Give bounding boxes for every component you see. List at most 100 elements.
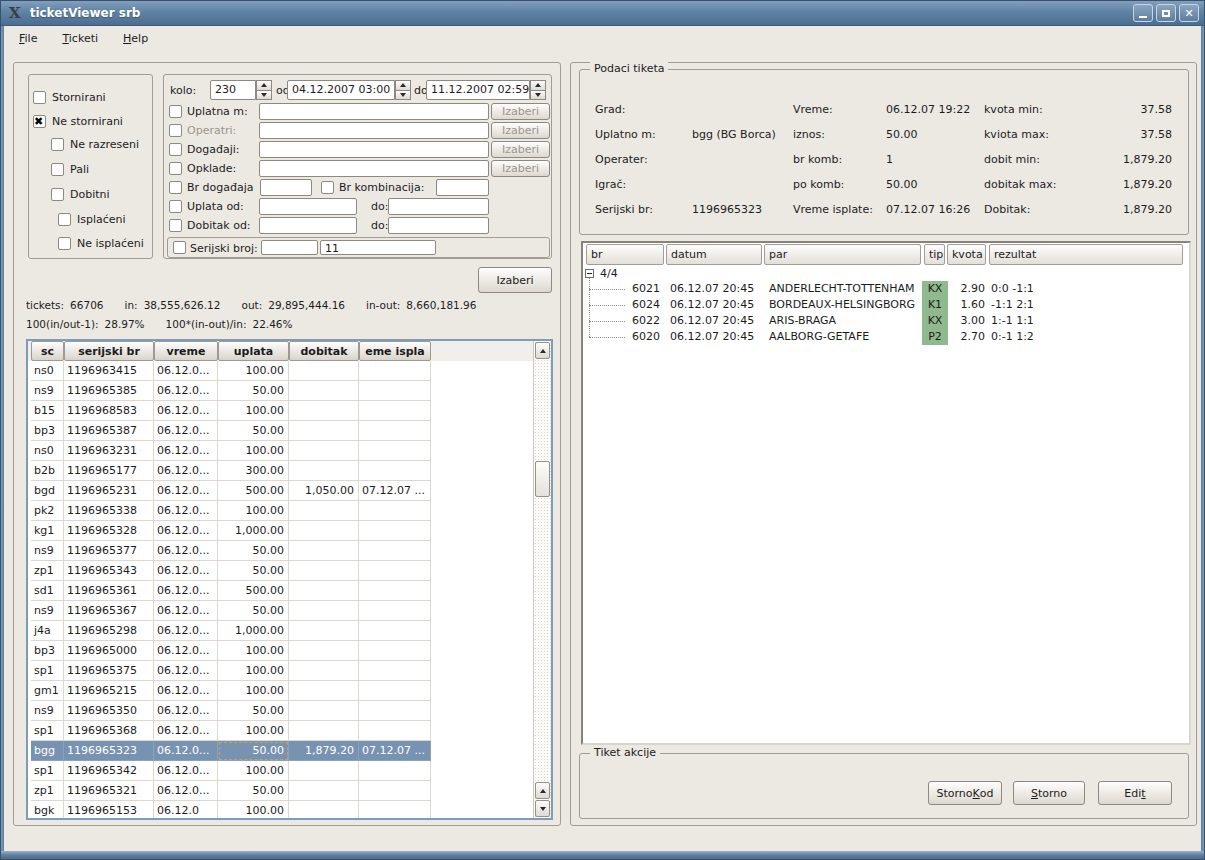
checkbox-br-kombinacija[interactable]	[321, 181, 334, 194]
kolo-down-button[interactable]	[256, 91, 272, 101]
checkbox-ne-isplaceni[interactable]	[58, 237, 71, 250]
pairs-column-header-4[interactable]: kvota	[947, 244, 986, 265]
scroll-up-button2[interactable]	[535, 782, 550, 799]
pairs-column-header-2[interactable]: par	[764, 244, 921, 265]
table-row[interactable]: ns9119696538506.12.0...50.00	[31, 381, 431, 401]
pairs-column-header-1[interactable]: datum	[666, 244, 762, 265]
kolo-up-button[interactable]	[256, 80, 272, 91]
table-row[interactable]: bp3119696538706.12.0...50.00	[31, 421, 431, 441]
table-row[interactable]: ns9119696536706.12.0...50.00	[31, 601, 431, 621]
filter-input-opklade[interactable]	[259, 160, 489, 177]
table-row[interactable]: zp1119696534306.12.0...50.00	[31, 561, 431, 581]
checkbox-serijski-broj[interactable]	[173, 241, 186, 254]
filter-input-operatri[interactable]	[259, 122, 489, 139]
cell: 1196965343	[64, 561, 154, 581]
br-dogadjaja-input[interactable]	[260, 179, 312, 196]
action-button-stornokod[interactable]: StornoKod	[928, 781, 1002, 805]
checkbox-pali[interactable]	[51, 163, 64, 176]
checkbox-dobitni[interactable]	[51, 188, 64, 201]
vertical-scrollbar[interactable]	[533, 341, 551, 818]
table-row[interactable]: ns9119696537706.12.0...50.00	[31, 541, 431, 561]
column-header-1[interactable]: serijski br	[64, 341, 154, 361]
date-from-down-button[interactable]	[395, 91, 411, 101]
pairs-column-header-3[interactable]: tip	[924, 244, 945, 265]
table-row[interactable]: pk2119696533806.12.0...100.00	[31, 501, 431, 521]
checkbox-ne-razreseni[interactable]	[51, 138, 64, 151]
scroll-down-button[interactable]	[535, 800, 550, 817]
menu-help[interactable]: Help	[118, 30, 153, 47]
checkbox-operatri[interactable]	[169, 124, 182, 137]
table-row[interactable]: b15119696858306.12.0...100.00	[31, 401, 431, 421]
table-row[interactable]: j4a119696529806.12.0...1,000.00	[31, 621, 431, 641]
kolo-input[interactable]: 230	[210, 80, 256, 100]
checkbox-dobitak[interactable]	[169, 219, 182, 232]
uplata-do-input[interactable]	[388, 198, 489, 215]
pairs-row[interactable]: 602406.12.07 20:45BORDEAUX-HELSINGBORGK1…	[583, 297, 1189, 313]
dobitak-do-input[interactable]	[388, 217, 489, 234]
column-header-0[interactable]: sc	[31, 341, 64, 361]
checkbox-stornirani[interactable]	[33, 91, 46, 104]
pairs-root-row[interactable]: 4/4	[583, 266, 1189, 282]
ticket-actions-frame: Tiket akcije StornoKodStornoEdit	[579, 753, 1189, 819]
checkbox-dogadjaji[interactable]	[169, 143, 182, 156]
table-row[interactable]: zp1119696532106.12.0...50.00	[31, 781, 431, 801]
close-button[interactable]: ✕	[1179, 4, 1199, 22]
action-button-storno[interactable]: Storno	[1013, 781, 1085, 805]
minimize-button[interactable]	[1133, 4, 1153, 22]
pairs-row[interactable]: 602106.12.07 20:45ANDERLECHT-TOTTENHAMKX…	[583, 281, 1189, 297]
date-from-up-button[interactable]	[395, 80, 411, 91]
uplata-od-input[interactable]	[259, 198, 357, 215]
checkbox-isplaceni[interactable]	[58, 213, 71, 226]
izaberi-button-uplatna-m[interactable]: Izaberi	[491, 103, 550, 120]
table-row[interactable]: bgd119696523106.12.0...500.001,050.0007.…	[31, 481, 431, 501]
dobitak-od-input[interactable]	[259, 217, 357, 234]
date-to-up-button[interactable]	[530, 80, 546, 91]
menu-ticketi[interactable]: Ticketi	[57, 30, 103, 47]
table-row[interactable]: sp1119696537506.12.0...100.00	[31, 661, 431, 681]
pairs-row[interactable]: 602206.12.07 20:45ARIS-BRAGAKX3.001:-1 1…	[583, 313, 1189, 329]
menu-file[interactable]: File	[14, 30, 42, 47]
column-header-3[interactable]: uplata	[218, 341, 289, 361]
table-row[interactable]: sp1119696534206.12.0...100.00	[31, 761, 431, 781]
pairs-row[interactable]: 602006.12.07 20:45AALBORG-GETAFEP22.700:…	[583, 329, 1189, 345]
table-row[interactable]: ns0119696323106.12.0...100.00	[31, 441, 431, 461]
table-row[interactable]: ns0119696341506.12.0...100.00	[31, 361, 431, 381]
table-row[interactable]: ns9119696535006.12.0...50.00	[31, 701, 431, 721]
column-header-4[interactable]: dobitak	[289, 341, 359, 361]
checkbox-uplata[interactable]	[169, 200, 182, 213]
date-to-down-button[interactable]	[530, 91, 546, 101]
table-row[interactable]: sp1119696536806.12.0...100.00	[31, 721, 431, 741]
action-button-edit[interactable]: Edit	[1098, 781, 1172, 805]
table-row[interactable]: bgg119696532306.12.0...50.001,879.2007.1…	[31, 741, 431, 761]
tree-collapse-icon[interactable]	[585, 269, 594, 278]
serijski-broj-input1[interactable]	[261, 240, 318, 255]
date-to-input[interactable]: 11.12.2007 02:59	[426, 80, 530, 100]
serijski-broj-input2[interactable]: 11	[320, 240, 436, 255]
table-row[interactable]: kg1119696532806.12.0...1,000.00	[31, 521, 431, 541]
column-header-5[interactable]: eme ispla	[359, 341, 431, 361]
izaberi-button-operatri[interactable]: Izaberi	[491, 122, 550, 139]
pairs-column-header-0[interactable]: br	[586, 244, 664, 265]
checkbox-uplatna-m[interactable]	[169, 105, 182, 118]
maximize-button[interactable]	[1156, 4, 1176, 22]
checkbox-ne-stornirani[interactable]	[33, 115, 46, 128]
column-header-2[interactable]: vreme	[154, 341, 218, 361]
table-row[interactable]: sd1119696536106.12.0...500.00	[31, 581, 431, 601]
izaberi-button-dogadjaji[interactable]: Izaberi	[491, 141, 550, 158]
scroll-up-button[interactable]	[535, 342, 550, 359]
br-kombinacija-input[interactable]	[436, 179, 489, 196]
izaberi-button-opklade[interactable]: Izaberi	[491, 160, 550, 177]
checkbox-br-dogadjaja[interactable]	[169, 181, 182, 194]
date-from-input[interactable]: 04.12.2007 03:00	[287, 80, 395, 100]
pairs-column-header-5[interactable]: rezultat	[989, 244, 1183, 265]
table-row[interactable]: bgk119696515306.12.0100.00	[31, 801, 431, 820]
table-row[interactable]: b2b119696517706.12.0...300.00	[31, 461, 431, 481]
right-panel: Podaci tiketa Grad:Vreme:06.12.07 19:22k…	[570, 62, 1197, 826]
table-row[interactable]: bp3119696500006.12.0...100.00	[31, 641, 431, 661]
filter-input-uplatna-m[interactable]	[259, 103, 489, 120]
checkbox-opklade[interactable]	[169, 162, 182, 175]
table-row[interactable]: gm1119696521506.12.0...100.00	[31, 681, 431, 701]
filter-input-dogadjaji[interactable]	[259, 141, 489, 158]
izaberi-button[interactable]: Izaberi	[478, 267, 552, 293]
scrollbar-thumb[interactable]	[535, 461, 550, 497]
